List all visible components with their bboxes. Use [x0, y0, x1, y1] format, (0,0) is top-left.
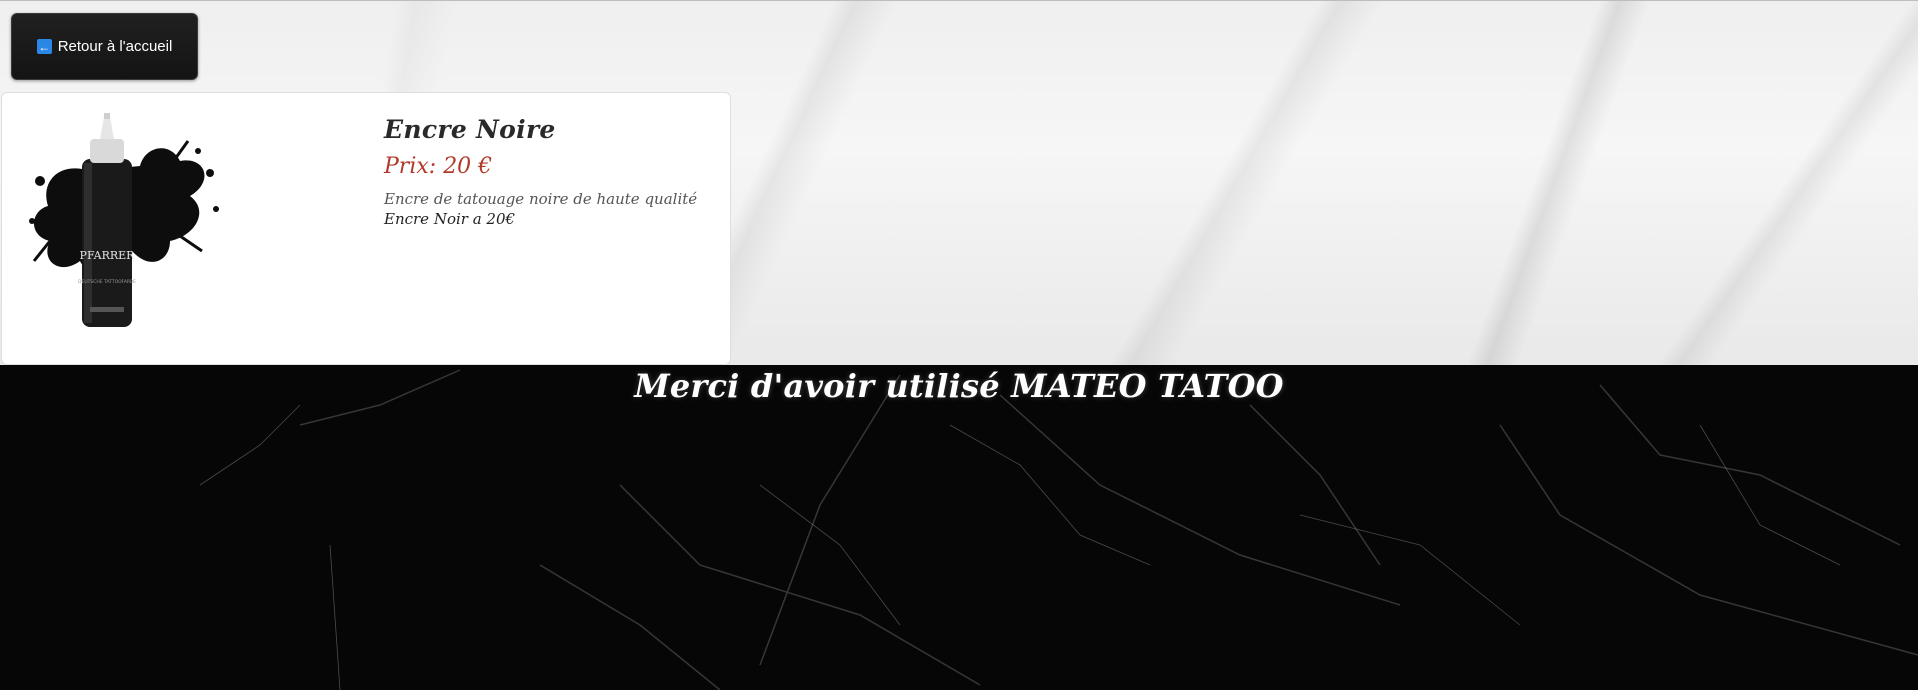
- product-description: Encre de tatouage noire de haute qualité: [384, 190, 698, 208]
- marble-background: ← Retour à l'accueil PFARRER DEUTSCHE TA…: [0, 0, 1918, 365]
- product-card: PFARRER DEUTSCHE TATTOOFARBE Encre Noire…: [1, 92, 731, 365]
- product-info: Encre Noire Prix: 20 € Encre de tatouage…: [384, 115, 714, 229]
- footer: Merci d'avoir utilisé MATEO TATOO: [0, 365, 1918, 690]
- arrow-left-icon: ←: [36, 39, 52, 54]
- price-prefix: Prix:: [384, 154, 437, 179]
- ink-bottle-image: PFARRER DEUTSCHE TATTOOFARBE: [29, 113, 219, 327]
- price-value: 20 €: [443, 154, 493, 179]
- bottle-subtext: DEUTSCHE TATTOOFARBE: [78, 279, 136, 285]
- bottle-brand-text: PFARRER: [80, 249, 136, 262]
- product-price: Prix: 20 €: [384, 154, 714, 179]
- product-name: Encre Noire: [384, 115, 556, 144]
- back-home-label: Retour à l'accueil: [57, 38, 173, 55]
- footer-marble-veins: [199, 369, 1918, 690]
- back-home-button[interactable]: ← Retour à l'accueil: [11, 13, 198, 80]
- product-note: Encre Noir a 20€: [384, 210, 516, 228]
- footer-thank-you-message: Merci d'avoir utilisé MATEO TATOO: [634, 367, 1284, 405]
